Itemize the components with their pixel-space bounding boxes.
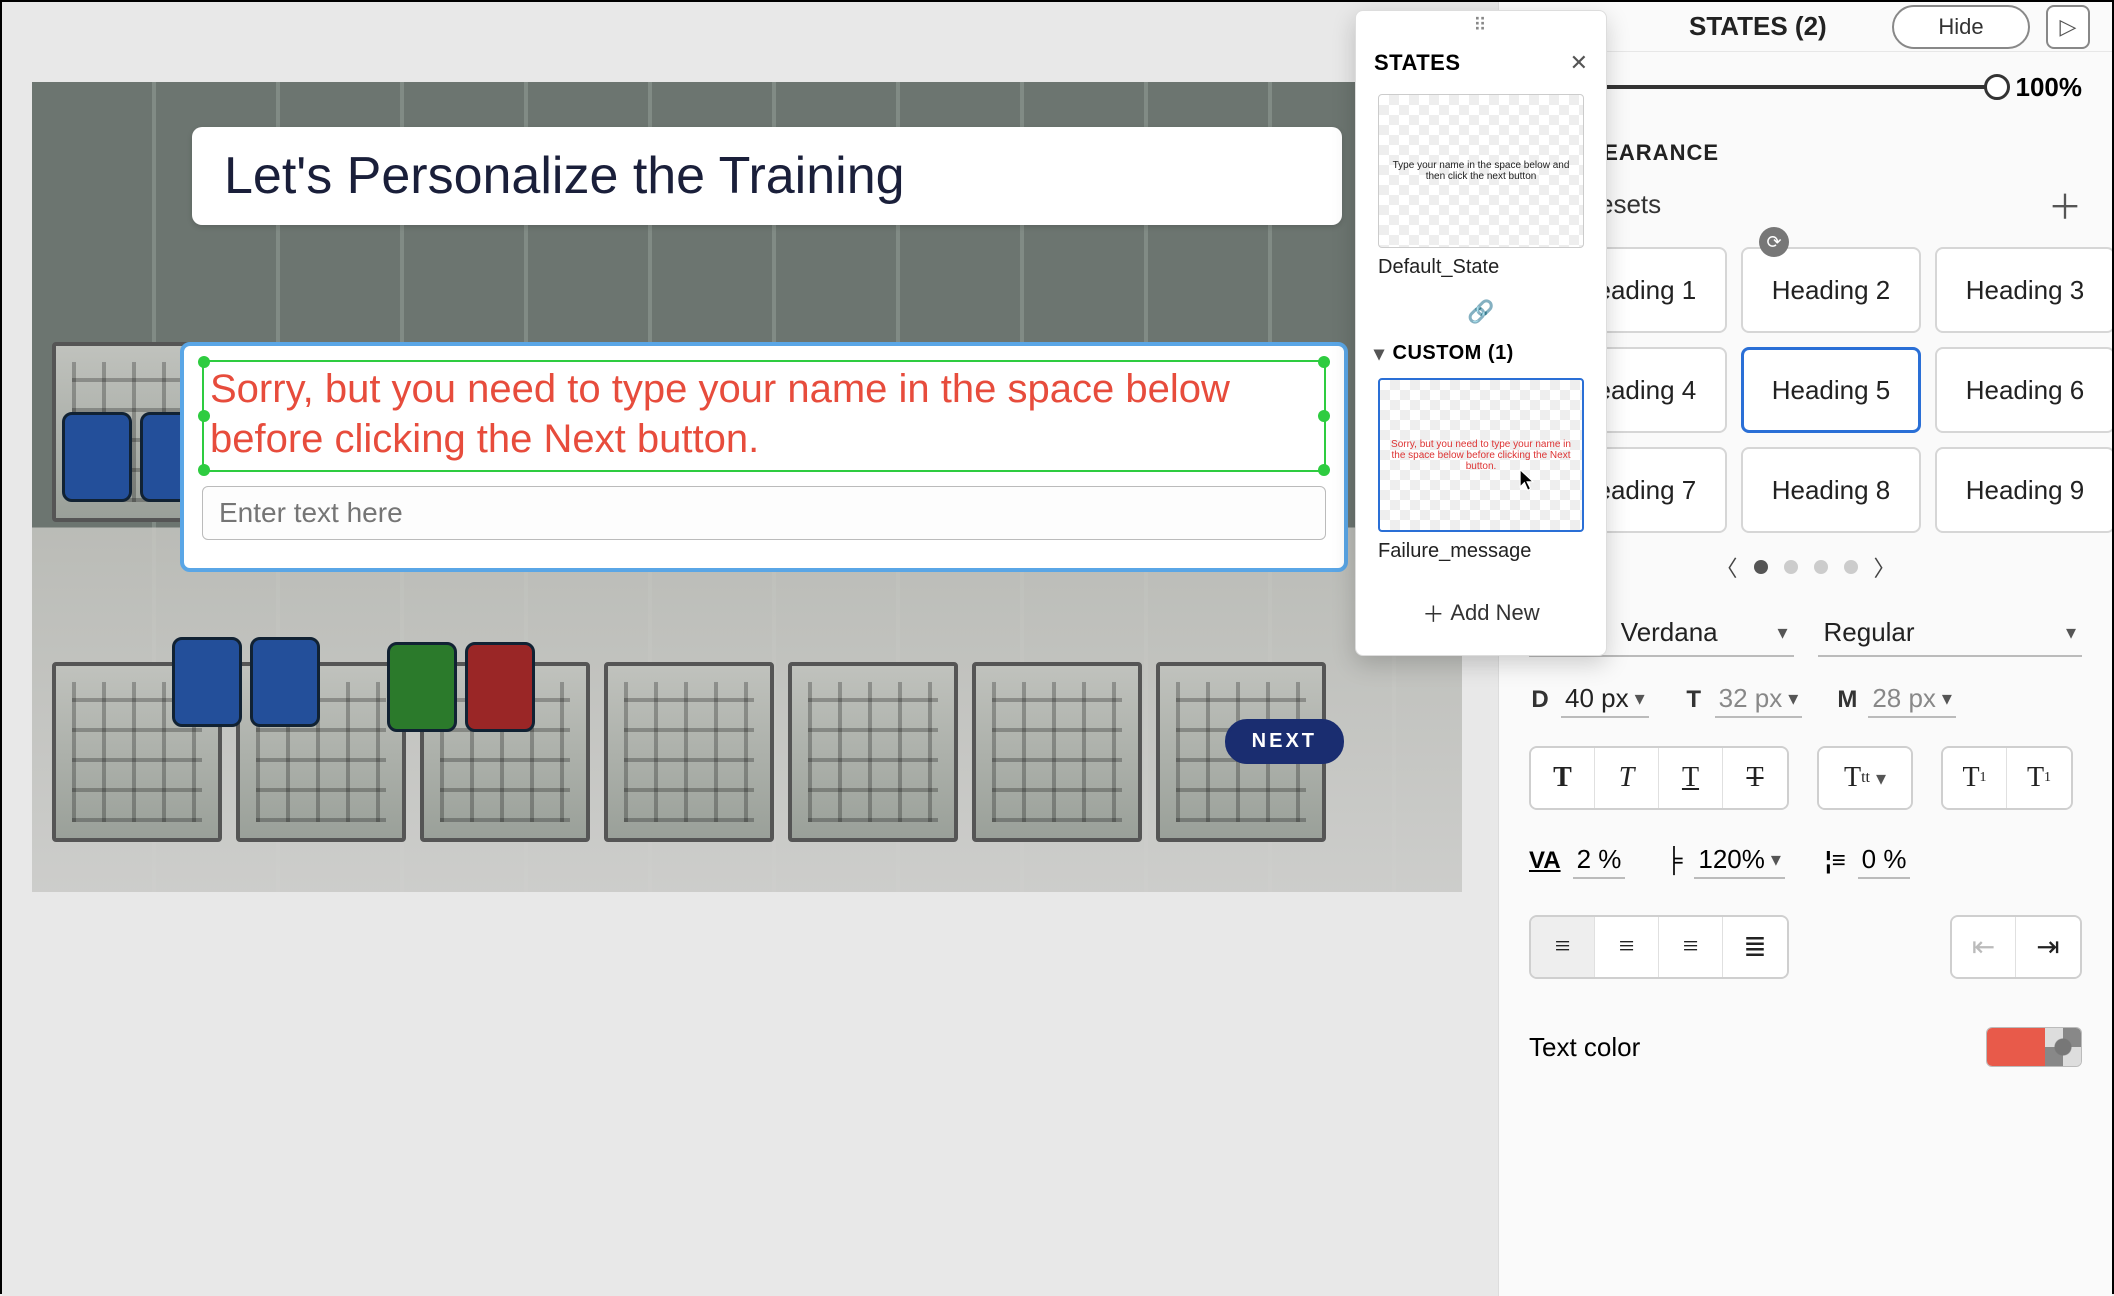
- italic-button[interactable]: T: [1595, 748, 1659, 808]
- states-header[interactable]: STATES (2): [1689, 11, 1827, 42]
- pager-prev-icon[interactable]: 〈: [1715, 551, 1737, 583]
- mobile-size-icon: M: [1836, 686, 1858, 714]
- align-left-button[interactable]: ≡: [1531, 917, 1595, 977]
- canvas-area: Let's Personalize the Training Sorry, bu…: [2, 2, 1502, 1296]
- cursor-icon: [1518, 468, 1536, 492]
- heading-preset-5[interactable]: Heading 5: [1741, 347, 1921, 433]
- opacity-slider-thumb[interactable]: [1984, 74, 2010, 100]
- align-justify-button[interactable]: ≣: [1723, 917, 1787, 977]
- states-popover[interactable]: ⠿ STATES ✕ Type your name in the space b…: [1355, 10, 1607, 656]
- text-color-label: Text color: [1529, 1032, 1640, 1063]
- slide-title[interactable]: Let's Personalize the Training: [192, 127, 1342, 225]
- text-case-group: Ttt ▾: [1817, 746, 1913, 810]
- pager-dot[interactable]: [1814, 560, 1828, 574]
- input-card[interactable]: Sorry, but you need to type your name in…: [180, 342, 1348, 572]
- opacity-slider[interactable]: [1559, 85, 1996, 89]
- superscript-button[interactable]: T1: [1943, 748, 2007, 808]
- add-state-button[interactable]: ＋Add New: [1356, 577, 1606, 635]
- plus-icon: ＋: [1422, 597, 1444, 629]
- tablet-size-icon: T: [1683, 686, 1705, 714]
- indent-group: ⇤ ⇥: [1950, 915, 2082, 979]
- outdent-button[interactable]: ⇤: [1952, 917, 2016, 977]
- desktop-size[interactable]: 40 px▾: [1561, 681, 1649, 718]
- states-popover-title: STATES: [1374, 50, 1461, 76]
- text-color-swatch[interactable]: [1986, 1027, 2082, 1067]
- name-input[interactable]: [202, 486, 1326, 540]
- sync-icon[interactable]: ⟳: [1759, 227, 1789, 257]
- align-right-button[interactable]: ≡: [1659, 917, 1723, 977]
- pager-dot[interactable]: [1754, 560, 1768, 574]
- heading-preset-2[interactable]: Heading 2: [1741, 247, 1921, 333]
- mobile-size[interactable]: 28 px▾: [1868, 681, 1956, 718]
- letter-spacing-value[interactable]: 2 %: [1573, 842, 1626, 879]
- indent-button[interactable]: ⇥: [2016, 917, 2080, 977]
- line-height-icon: ╞: [1665, 847, 1682, 875]
- underline-button[interactable]: T: [1659, 748, 1723, 808]
- color-options-icon[interactable]: [2045, 1028, 2081, 1066]
- subscript-button[interactable]: T1: [2007, 748, 2071, 808]
- failure-state-label: Failure_message: [1356, 538, 1606, 577]
- pager-dot[interactable]: [1844, 560, 1858, 574]
- text-script-group: T1 T1: [1941, 746, 2073, 810]
- pager-next-icon[interactable]: 〉: [1874, 551, 1896, 583]
- panel-expand-button[interactable]: ▷: [2046, 5, 2090, 49]
- error-message-text[interactable]: Sorry, but you need to type your name in…: [210, 364, 1318, 464]
- heading-preset-8[interactable]: Heading 8: [1741, 447, 1921, 533]
- failure-state-thumb[interactable]: Sorry, but you need to type your name in…: [1378, 378, 1584, 532]
- next-button[interactable]: NEXT: [1225, 719, 1344, 764]
- tablet-size[interactable]: 32 px▾: [1715, 681, 1803, 718]
- letter-spacing-icon: VA: [1529, 847, 1561, 875]
- drag-handle-icon[interactable]: ⠿: [1356, 11, 1606, 36]
- close-icon[interactable]: ✕: [1570, 50, 1588, 76]
- text-style-group: T T T T: [1529, 746, 1789, 810]
- heading-preset-3[interactable]: Heading 3: [1935, 247, 2112, 333]
- link-icon[interactable]: 🔗: [1356, 293, 1606, 331]
- error-message-box[interactable]: Sorry, but you need to type your name in…: [202, 360, 1326, 472]
- default-state-label: Default_State: [1356, 254, 1606, 293]
- hide-button[interactable]: Hide: [1892, 5, 2030, 49]
- opacity-value[interactable]: 100%: [2016, 72, 2083, 103]
- desktop-size-icon: D: [1529, 686, 1551, 714]
- custom-states-header[interactable]: ▾ CUSTOM (1): [1356, 331, 1606, 370]
- align-center-button[interactable]: ≡: [1595, 917, 1659, 977]
- pager-dot[interactable]: [1784, 560, 1798, 574]
- default-state-thumb[interactable]: Type your name in the space below and th…: [1378, 94, 1584, 248]
- strikethrough-button[interactable]: T: [1723, 748, 1787, 808]
- font-weight-select[interactable]: Regular▾: [1818, 609, 2083, 657]
- heading-preset-6[interactable]: Heading 6: [1935, 347, 2112, 433]
- slide[interactable]: Let's Personalize the Training Sorry, bu…: [32, 82, 1462, 892]
- indent-icon: ¦≡: [1825, 847, 1846, 875]
- add-preset-icon[interactable]: ＋: [2048, 180, 2082, 229]
- indent-value[interactable]: 0 %: [1858, 842, 1911, 879]
- text-align-group: ≡ ≡ ≡ ≣: [1529, 915, 1789, 979]
- heading-preset-9[interactable]: Heading 9: [1935, 447, 2112, 533]
- text-case-button[interactable]: Ttt ▾: [1819, 748, 1911, 808]
- line-height-value[interactable]: 120%▾: [1694, 842, 1785, 879]
- bold-button[interactable]: T: [1531, 748, 1595, 808]
